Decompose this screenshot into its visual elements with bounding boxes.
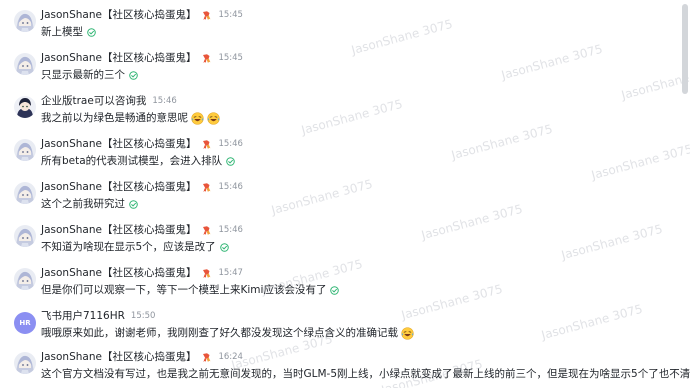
avatar[interactable] bbox=[14, 225, 36, 247]
medal-badge-icon bbox=[201, 53, 212, 64]
scrollbar-thumb[interactable] bbox=[682, 4, 688, 94]
message-text-row: 我之前以为绿色是畅通的意思呢 bbox=[41, 111, 220, 125]
message-text: 只显示最新的三个 bbox=[41, 69, 125, 81]
chat-message[interactable]: JasonShane【社区核心捣蛋鬼】 15:45 只显示最新的三个 bbox=[14, 51, 243, 82]
message-time: 15:46 bbox=[152, 96, 177, 106]
message-time: 15:46 bbox=[218, 225, 243, 235]
message-text-row: 这个之前我研究过 bbox=[41, 197, 243, 211]
message-text: 这个之前我研究过 bbox=[41, 198, 125, 210]
message-time: 15:47 bbox=[218, 268, 243, 278]
message-text-row: 这个官方文档没有写过，也是我之前无意间发现的，当时GLM-5刚上线，小绿点就变成… bbox=[41, 367, 690, 381]
avatar[interactable] bbox=[14, 139, 36, 161]
chat-message[interactable]: JasonShane【社区核心捣蛋鬼】 15:47 但是你们可以观察一下，等下一个模… bbox=[14, 266, 340, 297]
message-text-row: 新上模型 bbox=[41, 25, 243, 39]
message-text-row: 所有beta的代表测试模型，会进入排队 bbox=[41, 154, 243, 168]
read-check-icon bbox=[226, 156, 235, 166]
message-text-row: 但是你们可以观察一下，等下一个模型上来Kimi应该会没有了 bbox=[41, 283, 340, 297]
sender-name[interactable]: 飞书用户7116HR bbox=[41, 309, 125, 323]
chat-message[interactable]: JasonShane【社区核心捣蛋鬼】 15:46 这个之前我研究过 bbox=[14, 180, 243, 211]
message-text: 新上模型 bbox=[41, 26, 83, 38]
message-time: 15:46 bbox=[218, 139, 243, 149]
medal-badge-icon bbox=[201, 182, 212, 193]
avatar[interactable] bbox=[14, 182, 36, 204]
read-check-icon bbox=[129, 70, 138, 80]
message-time: 15:46 bbox=[218, 182, 243, 192]
avatar[interactable] bbox=[14, 268, 36, 290]
chat-message[interactable]: JasonShane【社区核心捣蛋鬼】 15:46 不知道为啥现在显示5个，应该是改… bbox=[14, 223, 243, 254]
avatar[interactable] bbox=[14, 352, 36, 374]
chat-message-list: JasonShane【社区核心捣蛋鬼】 15:45 新上模型 JasonShane【社… bbox=[0, 0, 690, 388]
sender-name[interactable]: JasonShane【社区核心捣蛋鬼】 bbox=[41, 266, 196, 280]
chat-message[interactable]: 企业版trae可以咨询我 15:46 我之前以为绿色是畅通的意思呢 bbox=[14, 94, 220, 125]
read-check-icon bbox=[219, 242, 229, 252]
medal-badge-icon bbox=[201, 352, 212, 363]
sender-name[interactable]: JasonShane【社区核心捣蛋鬼】 bbox=[41, 223, 196, 237]
message-text-row: 哦哦原来如此，谢谢老师，我刚刚查了好久都没发现这个绿点含义的准确记载 bbox=[41, 326, 414, 340]
chat-message[interactable]: JasonShane【社区核心捣蛋鬼】 15:46 所有beta的代表测试模型，会进… bbox=[14, 137, 243, 168]
sender-name[interactable]: JasonShane【社区核心捣蛋鬼】 bbox=[41, 8, 196, 22]
laugh-cry-emoji-icon bbox=[207, 111, 220, 125]
laugh-cry-emoji-icon bbox=[401, 326, 414, 340]
chat-message[interactable]: JasonShane【社区核心捣蛋鬼】 16:24 这个官方文档没有写过，也是我之前… bbox=[14, 350, 690, 381]
message-text-row: 只显示最新的三个 bbox=[41, 68, 243, 82]
avatar[interactable] bbox=[14, 10, 36, 32]
message-text: 不知道为啥现在显示5个，应该是改了 bbox=[41, 241, 216, 253]
avatar[interactable]: HR bbox=[14, 312, 36, 334]
sender-name[interactable]: 企业版trae可以咨询我 bbox=[41, 94, 146, 108]
laugh-cry-emoji-icon bbox=[191, 111, 204, 125]
scrollbar[interactable] bbox=[682, 0, 688, 388]
sender-name[interactable]: JasonShane【社区核心捣蛋鬼】 bbox=[41, 350, 196, 364]
medal-badge-icon bbox=[201, 225, 212, 236]
message-time: 16:24 bbox=[218, 352, 243, 362]
avatar[interactable] bbox=[14, 53, 36, 75]
avatar[interactable] bbox=[14, 96, 36, 118]
message-text: 我之前以为绿色是畅通的意思呢 bbox=[41, 112, 188, 124]
sender-name[interactable]: JasonShane【社区核心捣蛋鬼】 bbox=[41, 51, 196, 65]
medal-badge-icon bbox=[201, 268, 212, 279]
read-check-icon bbox=[87, 27, 96, 37]
sender-name[interactable]: JasonShane【社区核心捣蛋鬼】 bbox=[41, 180, 196, 194]
sender-name[interactable]: JasonShane【社区核心捣蛋鬼】 bbox=[41, 137, 196, 151]
medal-badge-icon bbox=[201, 139, 212, 150]
message-time: 15:45 bbox=[218, 10, 243, 20]
message-text: 但是你们可以观察一下，等下一个模型上来Kimi应该会没有了 bbox=[41, 284, 327, 296]
message-text: 哦哦原来如此，谢谢老师，我刚刚查了好久都没发现这个绿点含义的准确记载 bbox=[41, 327, 398, 339]
read-check-icon bbox=[129, 199, 138, 209]
medal-badge-icon bbox=[201, 10, 212, 21]
message-text: 所有beta的代表测试模型，会进入排队 bbox=[41, 155, 223, 167]
message-text: 这个官方文档没有写过，也是我之前无意间发现的，当时GLM-5刚上线，小绿点就变成… bbox=[41, 368, 690, 380]
message-time: 15:45 bbox=[218, 53, 243, 63]
read-check-icon bbox=[330, 285, 340, 295]
chat-message[interactable]: HR 飞书用户7116HR 15:50 哦哦原来如此，谢谢老师，我刚刚查了好久都没发现… bbox=[14, 309, 414, 340]
avatar-initials: HR bbox=[19, 319, 31, 327]
chat-message[interactable]: JasonShane【社区核心捣蛋鬼】 15:45 新上模型 bbox=[14, 8, 243, 39]
message-text-row: 不知道为啥现在显示5个，应该是改了 bbox=[41, 240, 243, 254]
message-time: 15:50 bbox=[130, 311, 156, 321]
